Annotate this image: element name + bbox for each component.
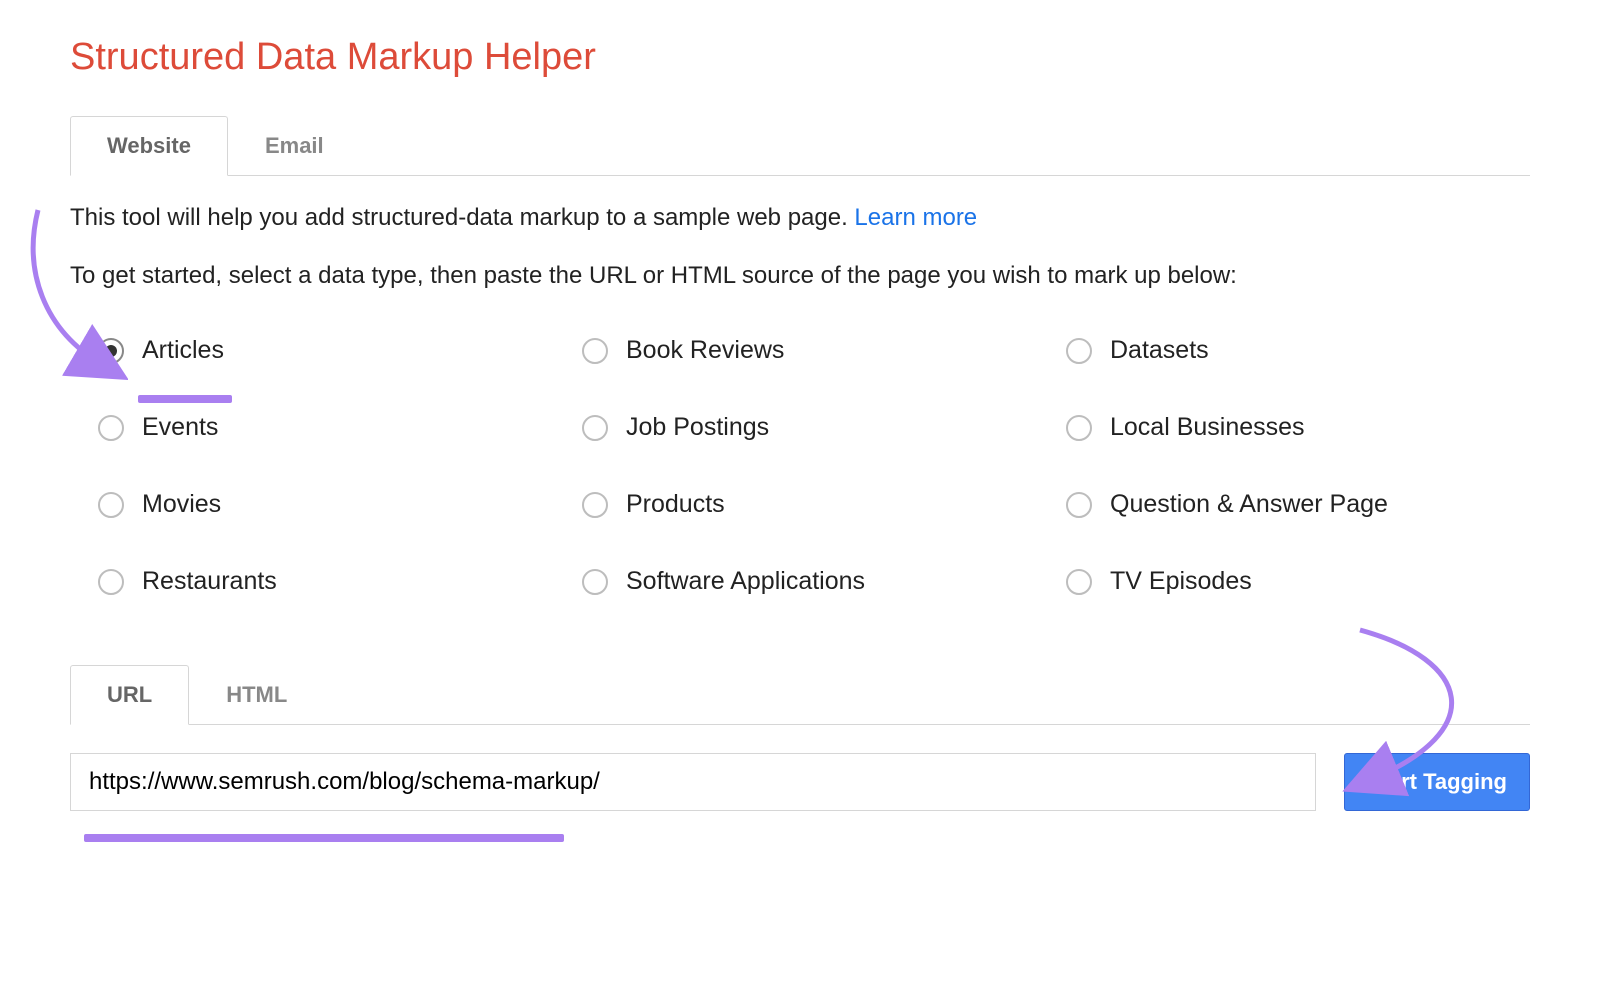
underline-url-annotation — [84, 834, 564, 842]
radio-datasets[interactable]: Datasets — [1066, 336, 1530, 365]
url-input-row: Start Tagging — [70, 753, 1530, 811]
radio-events[interactable]: Events — [98, 413, 562, 442]
data-type-radio-group: Articles Book Reviews Datasets Events Jo… — [70, 336, 1530, 596]
radio-products[interactable]: Products — [582, 490, 1046, 519]
radio-label: Restaurants — [142, 567, 277, 596]
radio-local-businesses[interactable]: Local Businesses — [1066, 413, 1530, 442]
tab-html[interactable]: HTML — [189, 665, 324, 725]
radio-circle-icon — [98, 338, 124, 364]
url-input[interactable] — [70, 753, 1316, 811]
radio-label: Book Reviews — [626, 336, 784, 365]
start-tagging-button[interactable]: Start Tagging — [1344, 753, 1530, 811]
radio-label: Local Businesses — [1110, 413, 1305, 442]
tab-url[interactable]: URL — [70, 665, 189, 725]
radio-circle-icon — [582, 569, 608, 595]
radio-movies[interactable]: Movies — [98, 490, 562, 519]
source-tab-row: URL HTML — [70, 664, 1530, 725]
radio-label: Products — [626, 490, 725, 519]
radio-job-postings[interactable]: Job Postings — [582, 413, 1046, 442]
intro-text: This tool will help you add structured-d… — [70, 204, 1530, 232]
radio-label: Movies — [142, 490, 221, 519]
radio-label: Software Applications — [626, 567, 865, 596]
radio-circle-icon — [1066, 569, 1092, 595]
radio-label: Job Postings — [626, 413, 769, 442]
radio-label: Datasets — [1110, 336, 1209, 365]
radio-label: Articles — [142, 336, 224, 365]
radio-circle-icon — [98, 569, 124, 595]
main-tab-row: Website Email — [70, 115, 1530, 176]
radio-circle-icon — [582, 415, 608, 441]
intro-subline: To get started, select a data type, then… — [70, 262, 1530, 290]
radio-software-applications[interactable]: Software Applications — [582, 567, 1046, 596]
intro-text-before-link: This tool will help you add structured-d… — [70, 204, 854, 231]
tab-email[interactable]: Email — [228, 116, 361, 176]
radio-circle-icon — [1066, 338, 1092, 364]
radio-tv-episodes[interactable]: TV Episodes — [1066, 567, 1530, 596]
tab-website[interactable]: Website — [70, 116, 228, 176]
radio-circle-icon — [1066, 492, 1092, 518]
radio-circle-icon — [98, 415, 124, 441]
radio-restaurants[interactable]: Restaurants — [98, 567, 562, 596]
radio-label: Question & Answer Page — [1110, 490, 1388, 519]
radio-circle-icon — [582, 492, 608, 518]
radio-circle-icon — [582, 338, 608, 364]
radio-circle-icon — [98, 492, 124, 518]
radio-label: Events — [142, 413, 218, 442]
radio-circle-icon — [1066, 415, 1092, 441]
radio-qa-page[interactable]: Question & Answer Page — [1066, 490, 1530, 519]
radio-book-reviews[interactable]: Book Reviews — [582, 336, 1046, 365]
page-title: Structured Data Markup Helper — [70, 36, 1530, 79]
radio-label: TV Episodes — [1110, 567, 1252, 596]
learn-more-link[interactable]: Learn more — [854, 204, 977, 231]
radio-articles[interactable]: Articles — [98, 336, 562, 365]
